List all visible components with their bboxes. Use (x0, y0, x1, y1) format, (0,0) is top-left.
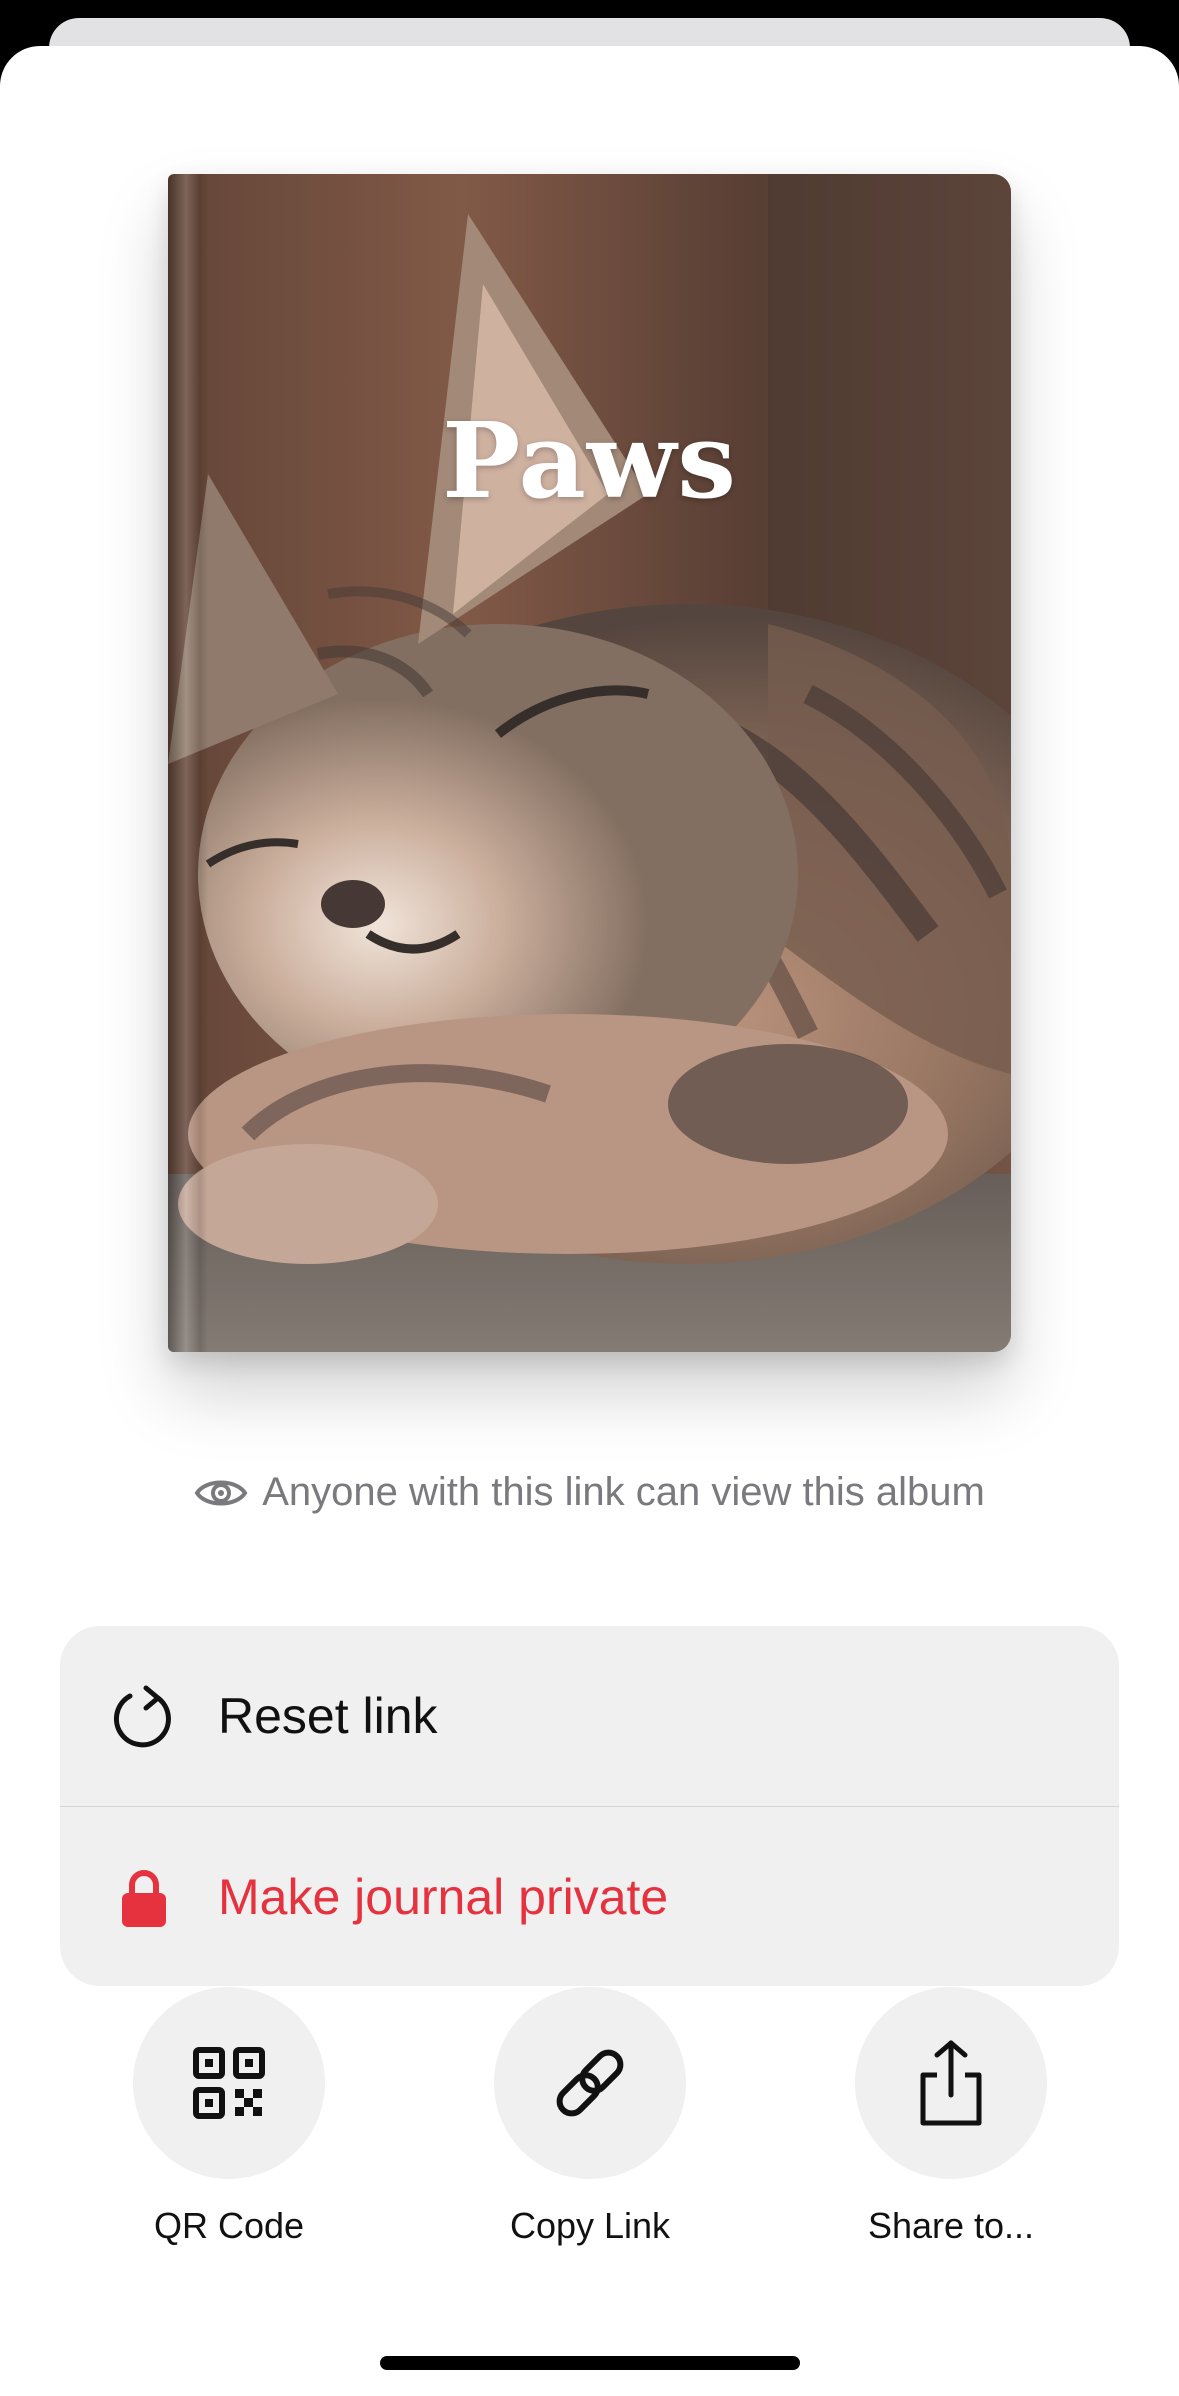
album-cover: Paws (168, 174, 1011, 1352)
share-actions: QR Code Copy Link Share to... (0, 1987, 1179, 2247)
make-private-label: Make journal private (218, 1869, 669, 1925)
album-spine (168, 174, 208, 1352)
home-indicator (380, 2356, 800, 2370)
eye-icon (194, 1480, 248, 1505)
make-private-button[interactable]: Make journal private (60, 1807, 1119, 1986)
share-icon (920, 2040, 982, 2126)
album-title: Paws (442, 399, 737, 522)
reset-icon (112, 1684, 176, 1748)
qr-code-icon (193, 2047, 265, 2119)
visibility-note: Anyone with this link can view this albu… (0, 1470, 1179, 1515)
reset-link-label: Reset link (218, 1688, 438, 1744)
qr-code-circle[interactable] (133, 1987, 325, 2179)
share-to-button[interactable]: Share to... (821, 1987, 1081, 2247)
share-to-label: Share to... (867, 2205, 1035, 2246)
copy-link-label: Copy Link (509, 2205, 671, 2246)
qr-code-button[interactable]: QR Code (99, 1987, 359, 2247)
link-icon (556, 2049, 624, 2117)
album-cover-photo (168, 174, 1011, 1352)
copy-link-circle[interactable] (494, 1987, 686, 2179)
share-to-circle[interactable] (855, 1987, 1047, 2179)
lock-icon (112, 1865, 176, 1929)
link-options-panel: Reset link Make journal private (60, 1626, 1119, 1986)
qr-code-label: QR Code (153, 2205, 305, 2246)
visibility-text: Anyone with this link can view this albu… (262, 1470, 985, 1514)
copy-link-button[interactable]: Copy Link (460, 1987, 720, 2247)
reset-link-button[interactable]: Reset link (60, 1626, 1119, 1806)
